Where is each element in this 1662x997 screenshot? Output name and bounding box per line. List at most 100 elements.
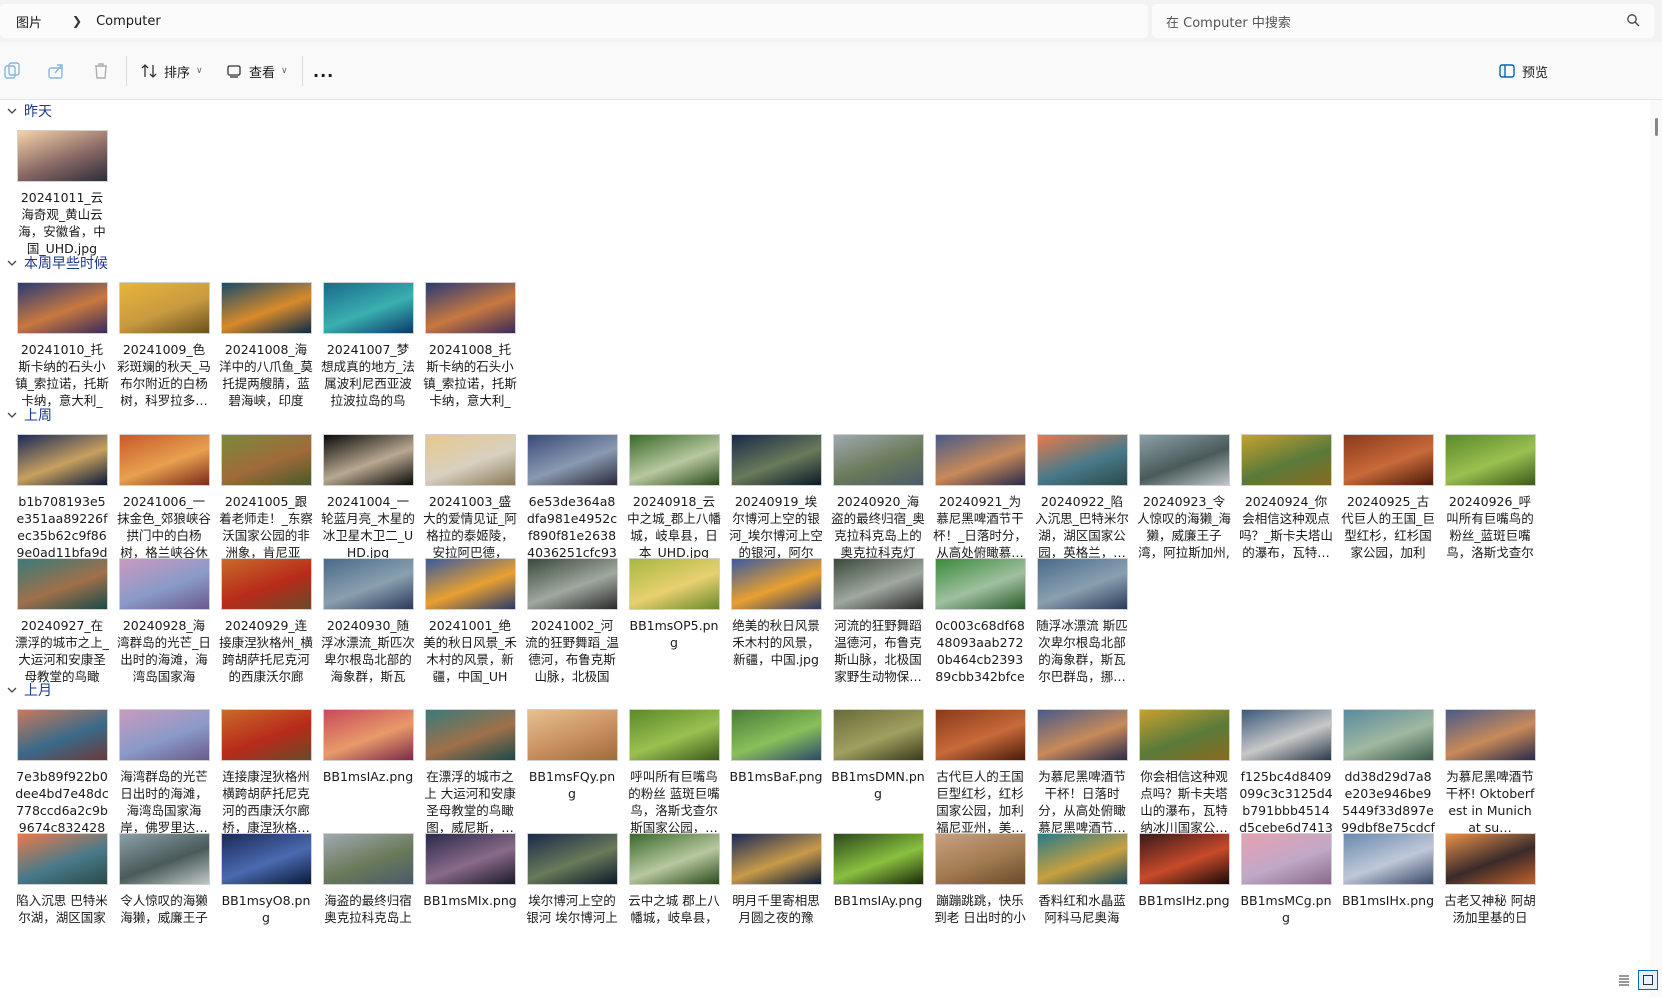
file-item[interactable]: 20241003_盛大的爱情见证_阿格拉的泰姬陵，安拉阿巴德，印… — [422, 434, 518, 561]
file-item[interactable]: b1b708193e5e351aa89226fec35b62c9f869e0ad… — [14, 434, 110, 561]
file-item[interactable]: 令人惊叹的海獭 海獭，威廉王子 — [116, 833, 212, 926]
vertical-scrollbar[interactable] — [1650, 100, 1662, 997]
file-item[interactable]: 海盗的最终归宿 奥克拉科克岛上 — [320, 833, 416, 926]
file-item[interactable]: 连接康涅狄格州 横跨胡萨托尼克河的西康沃尔廊桥，康涅狄格… — [218, 709, 314, 836]
file-item[interactable]: 20240923_令人惊叹的海獭_海獭，威廉王子湾，阿拉斯加州,美… — [1136, 434, 1232, 561]
file-item[interactable]: 20241001_绝美的秋日风景_禾木村的风景，新疆，中国_UHD… — [422, 558, 518, 685]
file-item[interactable]: BB1msIAy.png — [830, 833, 926, 909]
details-view-button[interactable] — [1614, 970, 1634, 990]
file-item[interactable]: 明月千里寄相思 月圆之夜的豫 — [728, 833, 824, 926]
file-item[interactable]: 20240928_海湾群岛的光芒_日出时的海滩，海湾岛国家海岸，… — [116, 558, 212, 685]
file-item[interactable]: 20241005_跟着老师走！_东察沃国家公园的非洲象，肯尼亚_U… — [218, 434, 314, 561]
file-item[interactable]: BB1msMCg.png — [1238, 833, 1334, 926]
view-button[interactable]: 查看 ∨ — [226, 60, 288, 82]
file-name: 7e3b89f922b0dee4bd7e48dc778ccd6a2c9b9674… — [15, 769, 109, 835]
file-item[interactable]: 20240924_你会相信这种观点吗？_斯卡夫塔山的瀑布，瓦特… — [1238, 434, 1334, 561]
file-item[interactable]: 在漂浮的城市之上 大运河和安康圣母教堂的鸟瞰图，威尼斯，… — [422, 709, 518, 836]
file-name: 20240925_古代巨人的王国_巨型红杉，红杉国家公园，加利福… — [1341, 494, 1435, 560]
file-name: BB1msIHz.png — [1138, 893, 1230, 908]
file-item[interactable]: 陷入沉思 巴特米尔湖，湖区国家 — [14, 833, 110, 926]
group-header[interactable]: 上月 — [6, 680, 52, 700]
group-header[interactable]: 本周早些时候 — [6, 253, 108, 273]
thumbnail-view-button[interactable] — [1638, 970, 1658, 990]
file-item[interactable]: 河流的狂野舞蹈 温德河，布鲁克斯山脉，北极国家野生动物保… — [830, 558, 926, 685]
image-thumbnail — [16, 558, 108, 610]
breadcrumb-current[interactable]: Computer — [96, 14, 161, 29]
file-item[interactable]: BB1msIHx.png — [1340, 833, 1436, 909]
file-item[interactable]: BB1msIAz.png — [320, 709, 416, 785]
delete-icon[interactable] — [91, 61, 111, 81]
file-item[interactable]: 20241009_色彩斑斓的秋天_马布尔附近的白杨树，科罗拉多… — [116, 282, 212, 409]
file-item[interactable]: 20240926_呼叫所有巨嘴鸟的粉丝_蓝斑巨嘴鸟，洛斯戈查尔斯… — [1442, 434, 1538, 561]
file-name: 明月千里寄相思 月圆之夜的豫 — [732, 893, 820, 925]
file-item[interactable]: BB1msBaF.png — [728, 709, 824, 785]
file-name: 20240927_在漂浮的城市之上_大运河和安康圣母教堂的鸟瞰图… — [15, 618, 109, 684]
search-box[interactable]: 在 Computer 中搜索 — [1152, 4, 1654, 38]
file-item[interactable]: 20241008_海洋中的八爪鱼_莫托提两艘腈，蓝碧海峡，印度尼… — [218, 282, 314, 409]
file-item[interactable]: BB1msyO8.png — [218, 833, 314, 926]
file-item[interactable]: 7e3b89f922b0dee4bd7e48dc778ccd6a2c9b9674… — [14, 709, 110, 836]
file-item[interactable]: 20241011_云海奇观_黄山云海，安徽省，中国_UHD.jpg — [14, 130, 110, 257]
group-header[interactable]: 昨天 — [6, 101, 52, 121]
file-item[interactable]: f125bc4d8409099c3c3125d4b791bbb4514d5ceb… — [1238, 709, 1334, 836]
file-item[interactable]: 20240920_海盗的最终归宿_奥克拉科克岛上的奥克拉科克灯塔… — [830, 434, 926, 561]
file-item[interactable]: 为慕尼黑啤酒节干杯！日落时分，从高处俯瞰慕尼黑啤酒节… — [1034, 709, 1130, 836]
file-item[interactable]: 云中之城 郡上八幡城，岐阜县， — [626, 833, 722, 926]
image-thumbnail — [934, 434, 1026, 486]
image-thumbnail — [1444, 709, 1536, 761]
file-item[interactable]: 香料红和水晶蓝 阿科马尼奥海 — [1034, 833, 1130, 926]
file-item[interactable]: 20240918_云中之城_郡上八幡城，岐阜县，日本_UHD.jpg — [626, 434, 722, 561]
file-item[interactable]: BB1msIHz.png — [1136, 833, 1232, 909]
file-item[interactable]: 20241006_一抹金色_郊狼峡谷拱门中的白杨树，格兰峡谷休闲… — [116, 434, 212, 561]
file-item[interactable]: dd38d29d7a8e203e946be95449f33d897e99dbf8… — [1340, 709, 1436, 836]
file-name: 20241003_盛大的爱情见证_阿格拉的泰姬陵，安拉阿巴德，印… — [423, 494, 517, 560]
file-item[interactable]: 6e53de364a8dfa981e4952cf890f81e263840362… — [524, 434, 620, 561]
file-item[interactable]: 古老又神秘 阿胡汤加里基的日 — [1442, 833, 1538, 926]
file-name: 海湾群岛的光芒 日出时的海滩，海湾岛国家海岸，佛罗里达… — [120, 769, 208, 835]
file-name: 香料红和水晶蓝 阿科马尼奥海 — [1038, 893, 1126, 925]
file-item[interactable]: 20240929_连接康涅狄格州_横跨胡萨托尼克河的西康沃尔廊桥… — [218, 558, 314, 685]
file-item[interactable]: 20240925_古代巨人的王国_巨型红杉，红杉国家公园，加利福… — [1340, 434, 1436, 561]
breadcrumb-root[interactable]: 图片 — [0, 12, 42, 31]
file-item[interactable]: 蹦蹦跳跳，快乐到老 日出时的小 — [932, 833, 1028, 926]
file-item[interactable]: BB1msOP5.png — [626, 558, 722, 651]
file-item[interactable]: 你会相信这种观点吗？斯卡夫塔山的瀑布，瓦特纳冰川国家公… — [1136, 709, 1232, 836]
file-item[interactable]: BB1msFQy.png — [524, 709, 620, 802]
file-item[interactable]: BB1msDMN.png — [830, 709, 926, 802]
file-item[interactable]: 20241002_河流的狂野舞蹈_温德河，布鲁克斯山脉，北极国家… — [524, 558, 620, 685]
chevron-down-icon — [7, 260, 17, 266]
file-item[interactable]: 20240927_在漂浮的城市之上_大运河和安康圣母教堂的鸟瞰图… — [14, 558, 110, 685]
file-item[interactable]: 随浮冰漂流 斯匹次卑尔根岛北部的海象群，斯瓦尔巴群岛，挪… — [1034, 558, 1130, 685]
scrollbar-thumb[interactable] — [1655, 118, 1658, 136]
file-item[interactable]: 20241004_一轮蓝月亮_木星的冰卫星木卫二_UHD.jpg — [320, 434, 416, 561]
file-item[interactable]: 20240922_陷入沉思_巴特米尔湖，湖区国家公园，英格兰，… — [1034, 434, 1130, 561]
address-bar[interactable]: 图片 ❯ Computer — [0, 4, 1148, 38]
more-options-button[interactable]: ... — [313, 60, 334, 82]
file-item[interactable]: 埃尔博河上空的银河 埃尔博河上 — [524, 833, 620, 926]
image-thumbnail — [628, 709, 720, 761]
file-item[interactable]: 20240930_随浮冰漂流_斯匹次卑尔根岛北部的海象群，斯瓦尔… — [320, 558, 416, 685]
file-item[interactable]: 20241008_托斯卡纳的石头小镇_索拉诺，托斯卡纳，意大利_U… — [422, 282, 518, 409]
file-item[interactable]: 20241010_托斯卡纳的石头小镇_索拉诺，托斯卡纳，意大利_U… — [14, 282, 110, 409]
file-item[interactable]: BB1msMIx.png — [422, 833, 518, 909]
image-thumbnail — [16, 282, 108, 334]
group-header[interactable]: 上周 — [6, 405, 52, 425]
file-item[interactable]: 0c003c68df6848093aab2720b464cb239389cbb3… — [932, 558, 1028, 685]
image-thumbnail — [730, 558, 822, 610]
file-item[interactable]: 古代巨人的王国 巨型红杉，红杉国家公园，加利福尼亚州，美… — [932, 709, 1028, 836]
file-item[interactable]: 20240921_为慕尼黑啤酒节干杯！_日落时分，从高处俯瞰慕… — [932, 434, 1028, 561]
file-name: 海盗的最终归宿 奥克拉科克岛上 — [324, 893, 412, 925]
command-bar: 排序 ∨ 查看 ∨ ... 预览 — [0, 42, 1662, 100]
preview-button[interactable]: 预览 — [1499, 60, 1548, 82]
sort-button[interactable]: 排序 ∨ — [141, 60, 203, 82]
preview-label: 预览 — [1522, 65, 1549, 81]
image-thumbnail — [118, 434, 210, 486]
copy-icon[interactable] — [2, 61, 22, 81]
file-item[interactable]: 呼叫所有巨嘴鸟的粉丝 蓝斑巨嘴鸟，洛斯戈查尔斯国家公园，… — [626, 709, 722, 836]
file-item[interactable]: 绝美的秋日风景 禾木村的风景，新疆，中国.jpg — [728, 558, 824, 668]
file-item[interactable]: 20240919_埃尔博河上空的银河_埃尔博河上空的银河，阿尔伯… — [728, 434, 824, 561]
file-item[interactable]: 20241007_梦想成真的地方_法属波利尼西亚波拉波拉岛的鸟瞰… — [320, 282, 416, 409]
file-item[interactable]: 海湾群岛的光芒 日出时的海滩，海湾岛国家海岸，佛罗里达… — [116, 709, 212, 836]
share-icon[interactable] — [46, 61, 66, 81]
file-item[interactable]: 为慕尼黑啤酒节干杯! Oktoberfest in Munich at su… — [1442, 709, 1538, 836]
